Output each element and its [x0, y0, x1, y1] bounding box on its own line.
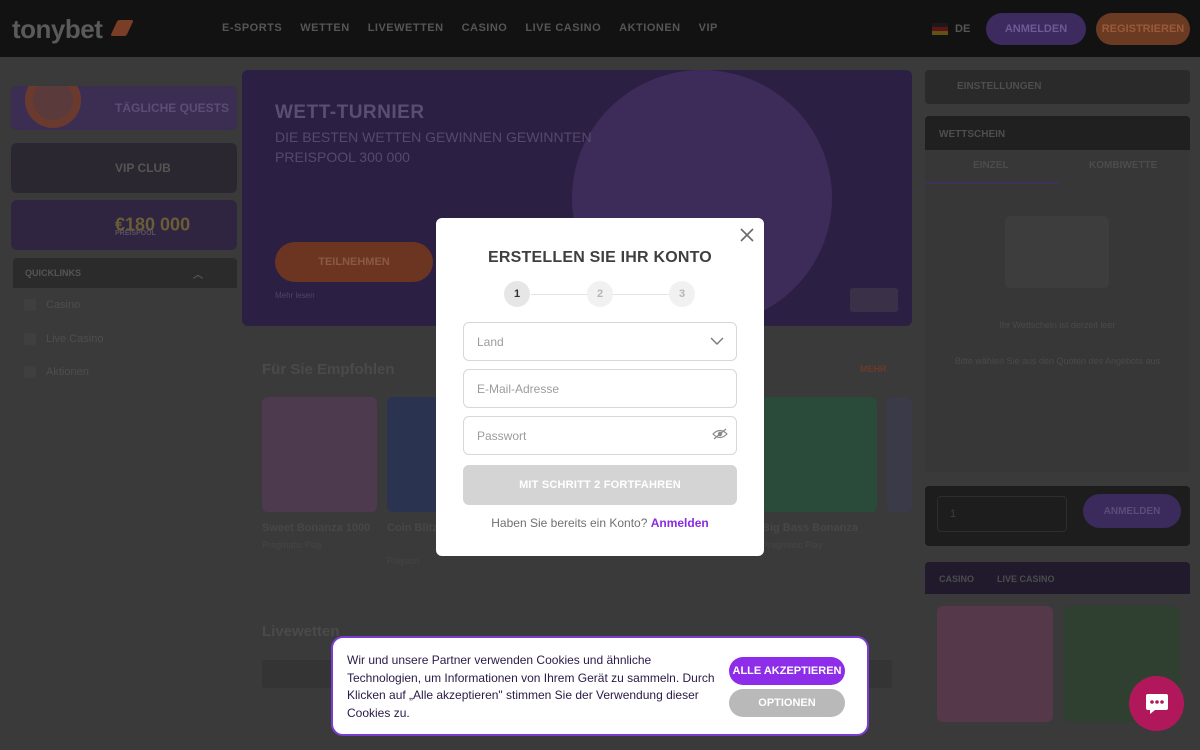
step-connector — [531, 294, 587, 295]
step-1-indicator: 1 — [504, 281, 530, 307]
tab-einzel[interactable]: EINZEL — [973, 160, 1009, 171]
stake-input[interactable]: 1 — [937, 496, 1067, 532]
cookie-consent-banner: Wir und unsere Partner verwenden Cookies… — [331, 636, 869, 736]
quicklinks-header[interactable]: QUICKLINKS ︿ — [13, 258, 237, 288]
tab-kombiwette[interactable]: KOMBIWETTE — [1089, 160, 1157, 171]
active-tab-indicator — [925, 182, 1059, 184]
casino-tabs: CASINO LIVE CASINO — [925, 562, 1190, 594]
nav-item-casino[interactable]: CASINO — [462, 22, 508, 34]
site-logo[interactable]: tonybet — [12, 14, 103, 45]
betslip-login-button[interactable]: ANMELDEN — [1083, 494, 1181, 528]
germany-flag-icon[interactable] — [932, 23, 948, 35]
step-connector — [613, 294, 669, 295]
vip-club-label: VIP CLUB — [115, 161, 171, 175]
nav-item-aktionen[interactable]: AKTIONEN — [619, 22, 680, 34]
chat-bubble-icon — [1145, 693, 1168, 714]
nav-item-wetten[interactable]: WETTEN — [300, 22, 349, 34]
country-placeholder: Land — [477, 334, 504, 349]
chevron-up-icon: ︿ — [193, 270, 203, 281]
game-tile[interactable] — [887, 397, 912, 512]
modal-title: ERSTELLEN SIE IHR KONTO — [488, 249, 712, 266]
tab-live-casino[interactable]: LIVE CASINO — [997, 574, 1055, 584]
email-field[interactable] — [463, 369, 737, 408]
step-2-indicator: 2 — [587, 281, 613, 307]
sidebar-item-label: Live Casino — [46, 333, 104, 345]
game-name[interactable]: Big Bass Bonanza — [762, 522, 858, 534]
game-provider: Pragmatic Play — [262, 540, 323, 550]
stake-value: 1 — [950, 508, 957, 520]
continue-step-2-button[interactable]: MIT SCHRITT 2 FORTFAHREN — [463, 465, 737, 505]
stake-panel: 1 ANMELDEN — [925, 486, 1190, 546]
game-tile[interactable] — [762, 397, 877, 512]
modal-login-link[interactable]: Anmelden — [651, 516, 709, 530]
live-section-title: Livewetten — [262, 623, 340, 640]
have-account-text: Haben Sie bereits ein Konto? Anmelden — [436, 516, 764, 530]
password-field[interactable] — [463, 416, 737, 455]
gift-icon — [24, 366, 36, 378]
game-provider: Playson — [387, 556, 420, 566]
hero-carousel-nav[interactable] — [850, 288, 898, 312]
eye-slash-icon[interactable] — [712, 428, 728, 440]
chevron-down-icon — [710, 337, 724, 345]
nav-item-esports[interactable]: E-SPORTS — [222, 22, 282, 34]
recommended-more-link[interactable]: MEHR — [860, 364, 887, 374]
hero-more-link[interactable]: Mehr lesen — [275, 291, 315, 300]
prize-pool-banner[interactable]: €180 000 PREISPOOL — [11, 200, 237, 250]
casino-icon — [24, 299, 36, 311]
sidebar-item-live-casino[interactable]: Live Casino — [24, 330, 103, 348]
hero-title: WETT-TURNIER — [275, 102, 425, 123]
empty-betslip-illustration — [1005, 216, 1109, 288]
nav-item-livewetten[interactable]: LIVEWETTEN — [368, 22, 444, 34]
daily-quests-label: TÄGLICHE QUESTS — [114, 101, 229, 115]
have-account-label: Haben Sie bereits ein Konto? — [491, 516, 648, 530]
empty-betslip-title: Ihr Wettschein ist derzeit leer — [999, 320, 1116, 330]
betslip-panel: WETTSCHEIN EINZEL KOMBIWETTE Ihr Wettsch… — [925, 116, 1190, 472]
vip-club-banner[interactable]: VIP CLUB — [11, 143, 237, 193]
sidebar-item-label: Casino — [46, 299, 81, 311]
language-selector[interactable]: DE — [955, 23, 970, 35]
hero-cta-button[interactable]: TEILNEHMEN — [275, 242, 433, 282]
tab-casino[interactable]: CASINO — [939, 574, 974, 584]
game-name[interactable]: Sweet Bonanza 1000 — [262, 522, 370, 534]
game-provider: Pragmatic Play — [762, 540, 823, 550]
registration-modal: ERSTELLEN SIE IHR KONTO 1 2 3 Land MIT S… — [436, 218, 764, 556]
nav-item-vip[interactable]: VIP — [699, 22, 718, 34]
betslip-header: WETTSCHEIN — [925, 116, 1190, 150]
betslip-title: WETTSCHEIN — [939, 129, 1006, 140]
empty-betslip-text: Bitte wählen Sie aus den Quoten des Ange… — [954, 356, 1161, 366]
header-register-button[interactable]: REGISTRIEREN — [1096, 13, 1190, 45]
hero-subtitle: DIE BESTEN WETTEN GEWINNEN GEWINNTEN PRE… — [275, 129, 592, 165]
settings-label: EINSTELLUNGEN — [957, 81, 1042, 92]
header-login-button[interactable]: ANMELDEN — [986, 13, 1086, 45]
site-header: tonybet E-SPORTS WETTEN LIVEWETTEN CASIN… — [0, 0, 1200, 57]
prize-pool-sub: PREISPOOL — [115, 230, 156, 237]
top-navigation: E-SPORTS WETTEN LIVEWETTEN CASINO LIVE C… — [222, 22, 718, 34]
sidebar-item-casino[interactable]: Casino — [24, 296, 80, 314]
country-select[interactable]: Land — [463, 322, 737, 361]
cookie-text: Wir und unsere Partner verwenden Cookies… — [347, 653, 715, 720]
recommended-title: Für Sie Empfohlen — [262, 361, 395, 378]
cookie-options-button[interactable]: OPTIONEN — [729, 689, 845, 717]
step-3-indicator: 3 — [669, 281, 695, 307]
quicklinks-title: QUICKLINKS — [25, 268, 81, 278]
close-icon[interactable] — [738, 226, 756, 244]
live-casino-icon — [24, 333, 36, 345]
game-tile[interactable] — [937, 606, 1053, 722]
sidebar-item-label: Aktionen — [46, 366, 89, 378]
live-chat-button[interactable] — [1129, 676, 1184, 731]
sidebar-item-aktionen[interactable]: Aktionen — [24, 363, 89, 381]
game-tile[interactable] — [262, 397, 377, 512]
settings-bar[interactable]: EINSTELLUNGEN — [925, 70, 1190, 104]
nav-item-live-casino[interactable]: LIVE CASINO — [525, 22, 601, 34]
target-icon — [25, 86, 81, 128]
daily-quests-banner[interactable]: TÄGLICHE QUESTS — [11, 86, 237, 130]
logo-mark-icon — [110, 20, 134, 36]
accept-all-cookies-button[interactable]: ALLE AKZEPTIEREN — [729, 657, 845, 685]
